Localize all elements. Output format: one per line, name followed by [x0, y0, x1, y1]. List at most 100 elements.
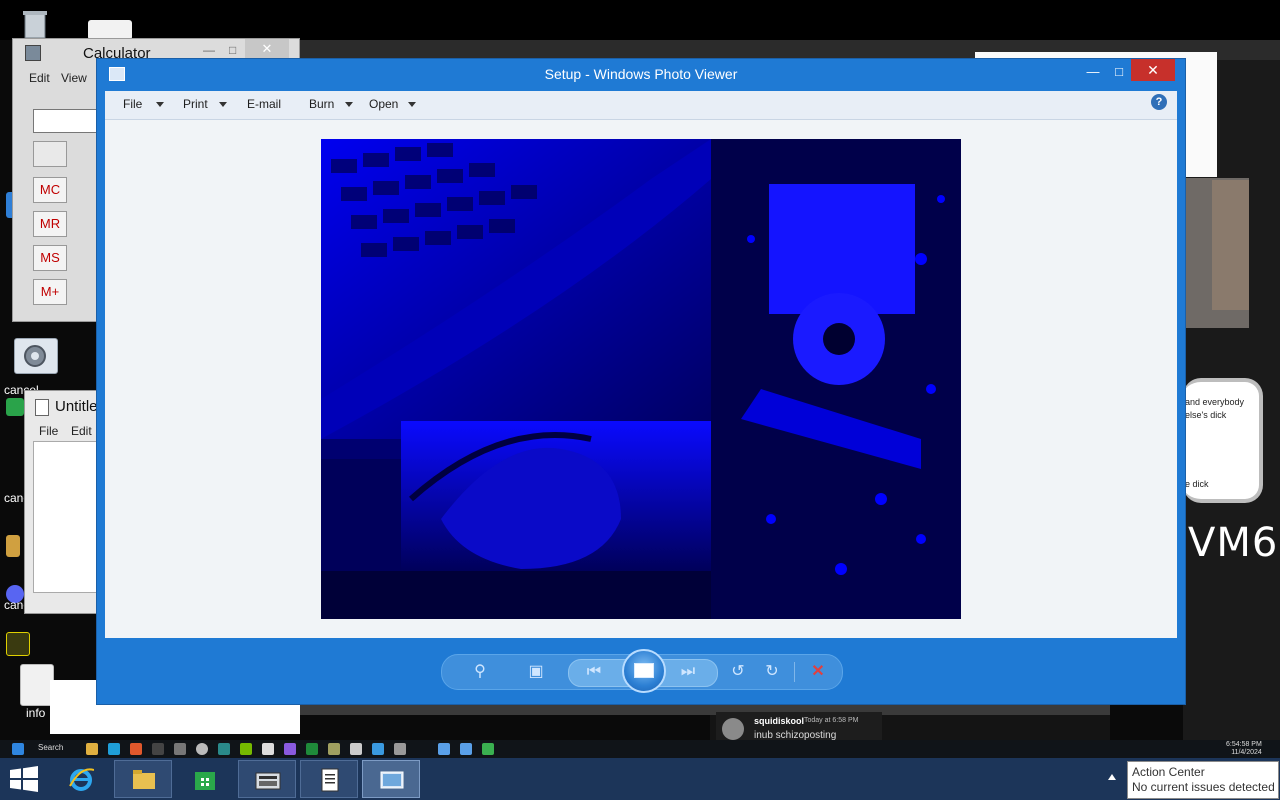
clock-time: 6:54:58 PM	[1226, 741, 1262, 748]
folder-icon	[133, 770, 155, 789]
ms-button[interactable]: MS	[33, 245, 67, 271]
playback-controls: ⚲ ▣ ⏮ ⏭ ↺ ↻ ✕	[441, 649, 843, 693]
email-button[interactable]: E-mail	[247, 97, 281, 111]
app-icon[interactable]	[262, 743, 274, 755]
fit-window-icon[interactable]: ▣	[526, 662, 546, 682]
close-button[interactable]: ✕	[1131, 59, 1175, 81]
calculator-menu-view[interactable]: View	[61, 71, 87, 85]
minimize-icon[interactable]: —	[203, 43, 217, 57]
calculator-menu-edit[interactable]: Edit	[29, 71, 50, 85]
app-icon[interactable]	[218, 743, 230, 755]
store-button[interactable]	[176, 760, 234, 798]
internet-explorer-button[interactable]	[52, 760, 110, 798]
rotate-ccw-icon[interactable]: ↺	[728, 662, 748, 682]
next-icon[interactable]: ⏭	[678, 662, 698, 682]
desktop-icon-label: info	[26, 706, 46, 720]
search-box[interactable]: Search	[38, 743, 63, 752]
app-icon[interactable]	[350, 743, 362, 755]
desktop-file-icon[interactable]	[88, 20, 132, 40]
window-title: Setup - Windows Photo Viewer	[544, 66, 738, 82]
title-bar[interactable]: Setup - Windows Photo Viewer — □ ✕	[97, 59, 1185, 89]
nvidia-icon[interactable]	[240, 743, 252, 755]
chevron-down-icon[interactable]	[345, 102, 353, 107]
image-canvas	[105, 120, 1177, 638]
clock-date: 11/4/2024	[1231, 749, 1262, 756]
settings-gear-icon[interactable]	[14, 338, 58, 374]
browser-icon[interactable]	[108, 743, 120, 755]
app-icon[interactable]	[328, 743, 340, 755]
delete-icon[interactable]: ✕	[808, 662, 828, 682]
background-note: and everybody else's dick e dick	[1183, 378, 1263, 503]
store-icon	[195, 772, 215, 790]
calculator-icon	[255, 772, 281, 790]
app-icon[interactable]	[130, 743, 142, 755]
mr-button[interactable]: MR	[33, 211, 67, 237]
action-center-status: No current issues detected	[1132, 780, 1275, 794]
maximize-icon[interactable]: □	[229, 43, 243, 57]
show-hidden-icons-icon[interactable]	[1108, 774, 1116, 780]
calculator-button[interactable]	[238, 760, 296, 798]
document-icon[interactable]	[20, 664, 54, 706]
app-icon[interactable]	[174, 743, 186, 755]
zoom-icon[interactable]: ⚲	[470, 662, 490, 682]
avatar	[722, 718, 744, 740]
help-icon[interactable]: ?	[1151, 94, 1167, 110]
desktop-app-icon[interactable]	[6, 535, 20, 557]
chevron-down-icon[interactable]	[408, 102, 416, 107]
close-button[interactable]: ✕	[245, 39, 289, 59]
notepad-menu-edit[interactable]: Edit	[71, 424, 92, 438]
slideshow-screen	[634, 663, 654, 678]
notification-timestamp: Today at 6:58 PM	[804, 717, 859, 724]
app-icon[interactable]	[460, 743, 472, 755]
slideshow-icon[interactable]	[622, 649, 666, 693]
memory-indicator	[33, 141, 67, 167]
windows-start-icon[interactable]	[12, 743, 24, 755]
notepad-icon	[35, 399, 49, 416]
minimize-icon[interactable]: —	[1079, 61, 1107, 83]
notepad-menu-file[interactable]: File	[39, 424, 58, 438]
windows-start-icon[interactable]	[10, 766, 38, 797]
note-line: and everybody	[1185, 397, 1245, 407]
displayed-photo[interactable]	[321, 139, 961, 619]
controls-separator	[794, 662, 795, 682]
notepad-title: Untitle	[55, 398, 98, 415]
desktop-app-icon[interactable]	[6, 398, 24, 416]
steam-icon[interactable]	[152, 743, 164, 755]
chevron-down-icon[interactable]	[219, 102, 227, 107]
note-line: else's dick	[1185, 410, 1227, 420]
chevron-down-icon[interactable]	[156, 102, 164, 107]
app-icon[interactable]	[372, 743, 384, 755]
folder-icon[interactable]	[86, 743, 98, 755]
photo-viewer-icon	[380, 771, 404, 789]
print-menu[interactable]: Print	[183, 97, 208, 111]
app-icon[interactable]	[438, 743, 450, 755]
rotate-cw-icon[interactable]: ↻	[762, 662, 782, 682]
notepad-icon	[321, 768, 339, 792]
app-icon[interactable]	[482, 743, 494, 755]
desktop-background-top	[0, 0, 1280, 40]
app-icon[interactable]	[284, 743, 296, 755]
chrome-icon[interactable]	[196, 743, 208, 755]
photo-viewer-window[interactable]: Setup - Windows Photo Viewer — □ ✕ File …	[96, 58, 1186, 705]
m-plus-button[interactable]: M+	[33, 279, 67, 305]
excel-icon[interactable]	[306, 743, 318, 755]
mc-button[interactable]: MC	[33, 177, 67, 203]
notepad-button[interactable]	[300, 760, 358, 798]
app-icon[interactable]	[394, 743, 406, 755]
notepad-window[interactable]: Untitle File Edit	[24, 390, 103, 614]
geometry-dash-icon[interactable]	[6, 632, 30, 656]
photo-viewer-button[interactable]	[362, 760, 420, 798]
notepad-text-area[interactable]	[33, 441, 103, 593]
note-line: e dick	[1185, 479, 1209, 489]
notification-author: squidiskool	[754, 716, 805, 726]
open-menu[interactable]: Open	[369, 97, 398, 111]
action-center-title: Action Center	[1132, 765, 1205, 779]
maximize-icon[interactable]: □	[1105, 61, 1133, 83]
calculator-icon	[25, 45, 41, 61]
taskbar	[0, 758, 1280, 800]
action-center-tooltip: Action Center No current issues detected	[1127, 761, 1279, 799]
burn-menu[interactable]: Burn	[309, 97, 334, 111]
file-explorer-button[interactable]	[114, 760, 172, 798]
previous-icon[interactable]: ⏮	[584, 662, 604, 682]
file-menu[interactable]: File	[123, 97, 142, 111]
